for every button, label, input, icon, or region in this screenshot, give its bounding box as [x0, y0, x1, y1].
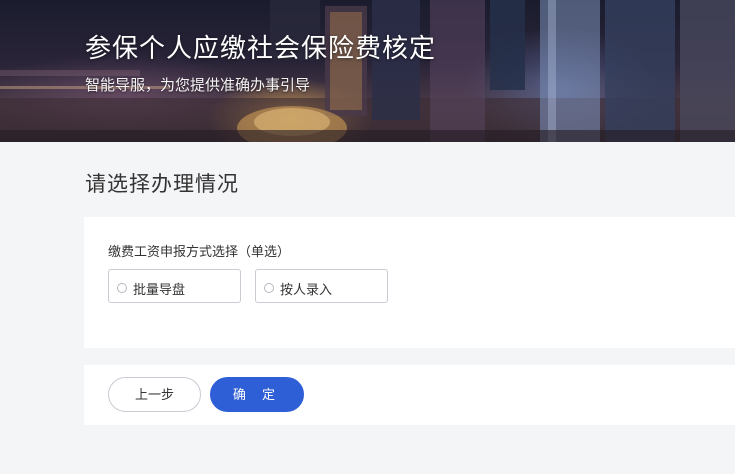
radio-circle-icon[interactable] — [264, 283, 274, 293]
page-subtitle: 智能导服，为您提供准确办事引导 — [85, 76, 311, 94]
option-label: 批量导盘 — [133, 283, 186, 298]
option-label: 按人录入 — [280, 283, 333, 298]
action-bar: 上一步 确 定 — [84, 365, 735, 425]
previous-step-button[interactable]: 上一步 — [108, 377, 201, 412]
confirm-button[interactable]: 确 定 — [210, 377, 304, 412]
option-per-person-entry[interactable]: 按人录入 — [255, 269, 388, 303]
city-skyline-image — [0, 0, 735, 142]
report-method-label: 缴费工资申报方式选择（单选） — [108, 245, 291, 260]
option-batch-import[interactable]: 批量导盘 — [108, 269, 241, 303]
header-banner: 参保个人应缴社会保险费核定 智能导服，为您提供准确办事引导 — [0, 0, 735, 142]
page-title: 参保个人应缴社会保险费核定 — [85, 34, 437, 64]
options-card: 缴费工资申报方式选择（单选） 批量导盘 按人录入 — [84, 217, 735, 348]
radio-circle-icon[interactable] — [117, 283, 127, 293]
section-heading: 请选择办理情况 — [85, 172, 239, 196]
